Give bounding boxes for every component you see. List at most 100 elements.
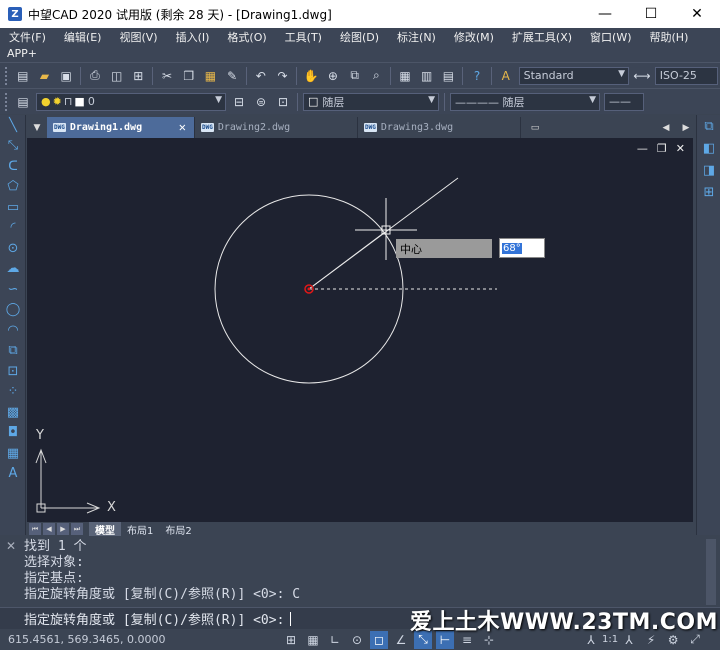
menu-draw[interactable]: 绘图(D) — [331, 29, 388, 45]
menu-dimension[interactable]: 标注(N) — [388, 29, 445, 45]
menu-app-plus[interactable]: APP+ — [0, 47, 46, 60]
zoom-realtime-icon[interactable]: ⊕ — [323, 66, 343, 86]
tab-model[interactable]: 模型 — [89, 522, 121, 537]
layer-state-icon[interactable]: ⊡ — [273, 92, 293, 112]
offset-icon[interactable]: ◨ — [697, 159, 720, 181]
last-layout-icon[interactable]: ⏭ — [71, 523, 83, 535]
spline-tool-icon[interactable]: ∽ — [0, 279, 26, 300]
save-icon[interactable]: ▣ — [56, 66, 76, 86]
tool-palette-icon[interactable]: ▤ — [439, 66, 459, 86]
layer-dropdown[interactable]: ● ✹ ⊓ ■ 0 ▼ — [36, 92, 226, 111]
lineweight-dropdown[interactable]: —— — [604, 92, 644, 111]
table-tool-icon[interactable]: ▦ — [0, 443, 26, 464]
toolbar-grip[interactable] — [5, 92, 9, 111]
drawing-canvas[interactable]: — ❐ ✕ 中心 68° Y X — [27, 138, 693, 522]
array-icon[interactable]: ⊞ — [697, 181, 720, 203]
copy-icon[interactable]: ❐ — [179, 66, 199, 86]
linetype-dropdown[interactable]: ———— 随层 ▼ — [450, 92, 600, 111]
make-layer-current-icon[interactable]: ⊟ — [229, 92, 249, 112]
polygon-tool-icon[interactable]: ⬠ — [0, 177, 26, 198]
publish-icon[interactable]: ⊞ — [128, 66, 148, 86]
gradient-tool-icon[interactable]: ◘ — [0, 423, 26, 444]
match-properties-icon[interactable]: ✎ — [222, 66, 242, 86]
cut-icon[interactable]: ✂ — [157, 66, 177, 86]
minimize-button[interactable]: — — [582, 0, 628, 28]
snap-grid-icon[interactable]: ⊞ — [282, 631, 300, 649]
menu-modify[interactable]: 修改(M) — [445, 29, 503, 45]
construction-line-icon[interactable]: ⤡ — [0, 136, 26, 157]
next-layout-icon[interactable]: ▶ — [57, 523, 69, 535]
tab-scroll-right-icon[interactable]: ▶ — [676, 117, 696, 138]
ellipse-arc-icon[interactable]: ◠ — [0, 320, 26, 341]
polyline-tool-icon[interactable]: ᑕ — [0, 156, 26, 177]
menu-view[interactable]: 视图(V) — [110, 29, 166, 45]
dim-style-dropdown[interactable]: ISO-25 — [654, 66, 718, 85]
erase-copy-icon[interactable]: ⧉ — [697, 115, 720, 137]
menu-help[interactable]: 帮助(H) — [641, 29, 698, 45]
design-center-icon[interactable]: ▥ — [417, 66, 437, 86]
print-icon[interactable]: ⎙ — [85, 66, 105, 86]
circle-tool-icon[interactable]: ⊙ — [0, 238, 26, 259]
tab-layout2[interactable]: 布局2 — [159, 522, 197, 537]
tab-drawing1[interactable]: DWG Drawing1.dwg ✕ — [47, 117, 195, 138]
properties-icon[interactable]: ▦ — [395, 66, 415, 86]
menu-window[interactable]: 窗口(W) — [581, 29, 640, 45]
zoom-previous-icon[interactable]: ⌕ — [366, 66, 386, 86]
tab-list-chevron-icon[interactable]: ▼ — [27, 117, 47, 138]
layer-manager-icon[interactable]: ▤ — [13, 92, 33, 112]
undo-icon[interactable]: ↶ — [251, 66, 271, 86]
command-close-icon[interactable]: ✕ — [6, 539, 16, 553]
prev-layout-icon[interactable]: ◀ — [43, 523, 55, 535]
open-folder-icon[interactable]: ▰ — [35, 66, 55, 86]
maximize-button[interactable]: ☐ — [628, 0, 674, 28]
new-tab-icon[interactable]: ▭ — [525, 117, 545, 138]
menu-tools[interactable]: 工具(T) — [276, 29, 331, 45]
new-file-icon[interactable]: ▤ — [13, 66, 33, 86]
mirror-icon[interactable]: ◧ — [697, 137, 720, 159]
rectangle-tool-icon[interactable]: ▭ — [0, 197, 26, 218]
ortho-icon[interactable]: ∟ — [326, 631, 344, 649]
first-layout-icon[interactable]: ⏮ — [29, 523, 41, 535]
print-preview-icon[interactable]: ◫ — [107, 66, 127, 86]
hatch-tool-icon[interactable]: ▩ — [0, 402, 26, 423]
menu-express-tools[interactable]: 扩展工具(X) — [503, 29, 581, 45]
dim-style-icon[interactable]: ⟷ — [632, 66, 652, 86]
command-scrollbar[interactable] — [706, 539, 716, 605]
ellipse-tool-icon[interactable]: ◯ — [0, 300, 26, 321]
object-snap-tracking-icon[interactable]: ∠ — [392, 631, 410, 649]
color-dropdown[interactable]: □ 随层 ▼ — [303, 92, 439, 111]
canvas-restore-icon[interactable]: ❐ — [657, 142, 667, 155]
revision-cloud-icon[interactable]: ☁ — [0, 259, 26, 280]
layer-previous-icon[interactable]: ⊜ — [251, 92, 271, 112]
help-icon[interactable]: ? — [467, 66, 487, 86]
redo-icon[interactable]: ↷ — [273, 66, 293, 86]
pan-icon[interactable]: ✋ — [301, 66, 321, 86]
close-tab-icon[interactable]: ✕ — [179, 120, 186, 134]
arc-tool-icon[interactable]: ◜ — [0, 218, 26, 239]
grid-display-icon[interactable]: ▦ — [304, 631, 322, 649]
object-snap-icon[interactable]: ◻ — [370, 630, 388, 649]
text-style-icon[interactable]: A — [496, 66, 516, 86]
canvas-close-icon[interactable]: ✕ — [676, 142, 685, 155]
tab-drawing3[interactable]: DWG Drawing3.dwg — [358, 117, 521, 138]
paste-icon[interactable]: ▦ — [201, 66, 221, 86]
polar-tracking-icon[interactable]: ⊙ — [348, 631, 366, 649]
tab-scroll-left-icon[interactable]: ◀ — [656, 117, 676, 138]
close-button[interactable]: ✕ — [674, 0, 720, 28]
dynamic-angle-input[interactable]: 68° — [499, 238, 545, 258]
tab-drawing2[interactable]: DWG Drawing2.dwg — [195, 117, 358, 138]
toolbar-grip[interactable] — [5, 66, 9, 85]
multiline-text-icon[interactable]: A — [0, 464, 26, 485]
zoom-window-icon[interactable]: ⧉ — [345, 66, 365, 86]
tab-layout1[interactable]: 布局1 — [121, 522, 159, 537]
line-tool-icon[interactable]: ╲ — [0, 115, 26, 136]
menu-insert[interactable]: 插入(I) — [167, 29, 219, 45]
insert-block-icon[interactable]: ⧉ — [0, 341, 26, 362]
make-block-icon[interactable]: ⊡ — [0, 361, 26, 382]
menu-edit[interactable]: 编辑(E) — [55, 29, 111, 45]
canvas-minimize-icon[interactable]: — — [637, 142, 648, 155]
menu-file[interactable]: 文件(F) — [0, 29, 55, 45]
point-tool-icon[interactable]: ⁘ — [0, 382, 26, 403]
menu-format[interactable]: 格式(O) — [218, 29, 275, 45]
text-style-dropdown[interactable]: Standard ▼ — [518, 66, 630, 85]
